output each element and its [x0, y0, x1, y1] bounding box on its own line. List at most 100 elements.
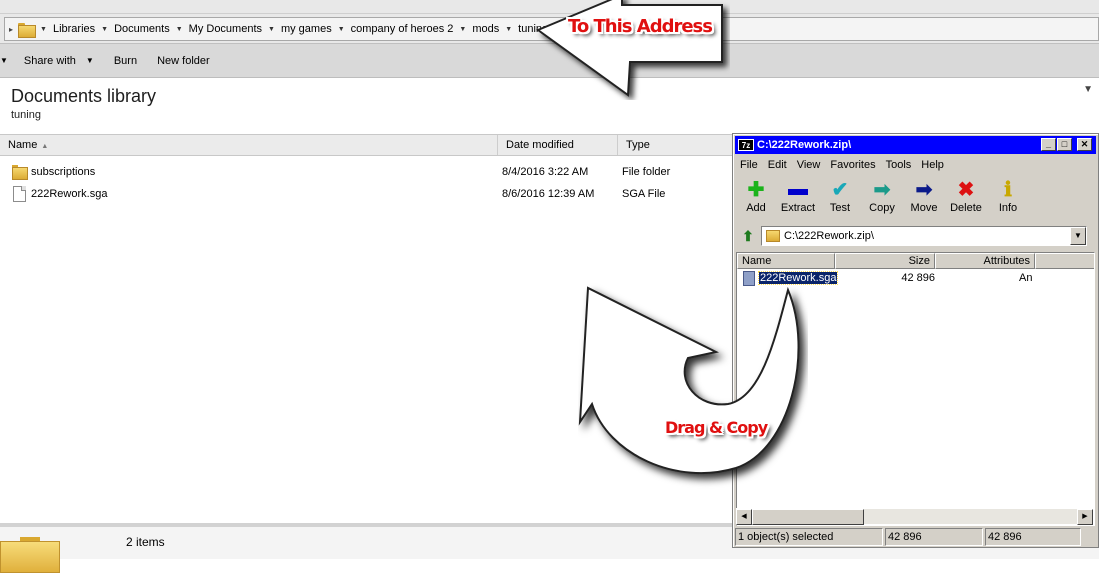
arrange-chevron-icon[interactable]: ▼	[1083, 84, 1093, 95]
resize-grip-icon[interactable]	[1083, 528, 1094, 546]
move-button[interactable]: ➡ Move	[903, 176, 945, 222]
sort-arrow-icon: ▲	[41, 143, 49, 150]
breadcrumb-my-games[interactable]: my games ▼	[281, 23, 345, 35]
folder-icon	[0, 537, 60, 573]
file-row[interactable]: subscriptions 8/4/2016 3:22 AM File fold…	[0, 163, 740, 183]
scroll-left-icon[interactable]: ◀	[736, 509, 752, 525]
column-header-name[interactable]: Name ▲	[0, 135, 498, 155]
scroll-thumb[interactable]	[752, 509, 864, 525]
sevenzip-address-value: C:\222Rework.zip\	[784, 230, 874, 242]
file-date: 8/6/2016 12:39 AM	[502, 188, 595, 200]
horizontal-scrollbar[interactable]: ◀ ▶	[736, 508, 1093, 525]
close-icon[interactable]: ✕	[1077, 138, 1092, 151]
file-type: File folder	[622, 166, 671, 178]
file-icon	[13, 186, 26, 202]
chevron-down-icon: ▼	[0, 56, 8, 65]
sz-column-name[interactable]: Name	[737, 253, 835, 269]
check-icon: ✔	[831, 178, 849, 201]
column-header-date[interactable]: Date modified	[498, 135, 618, 155]
share-with-button[interactable]: Share with ▼	[24, 55, 94, 67]
menu-edit[interactable]: Edit	[768, 159, 787, 171]
tool-label: Info	[998, 202, 1018, 214]
file-row[interactable]: 222Rework.sga 8/6/2016 12:39 AM SGA File	[0, 185, 740, 205]
sevenzip-toolbar: ✚ Add ▬ Extract ✔ Test ➡ Copy ➡ Move ✖ Delete …	[735, 176, 1096, 222]
chevron-down-icon: ▼	[85, 56, 94, 65]
menu-help[interactable]: Help	[921, 159, 944, 171]
breadcrumb-my-documents[interactable]: My Documents ▼	[189, 23, 275, 35]
breadcrumb-label: Documents	[114, 23, 170, 35]
breadcrumb-mods[interactable]: mods ▼	[472, 23, 512, 35]
minimize-icon[interactable]: _	[1041, 138, 1056, 151]
breadcrumb-libraries[interactable]: Libraries ▼	[53, 23, 108, 35]
add-button[interactable]: ✚ Add	[735, 176, 777, 222]
file-date: 8/4/2016 3:22 AM	[502, 166, 589, 178]
plus-icon: ✚	[747, 178, 765, 201]
menu-file[interactable]: File	[740, 159, 758, 171]
status-packed-size: 42 896	[985, 528, 1081, 546]
folder-icon	[766, 230, 780, 242]
sevenzip-status-bar: 1 object(s) selected 42 896 42 896	[735, 528, 1096, 546]
drag-arrow-annotation	[578, 286, 800, 474]
drag-annotation-text: Drag & Copy	[665, 418, 768, 437]
sz-column-encrypted[interactable]: En	[1035, 253, 1094, 269]
toolbar-overflow-arrow[interactable]: ▼	[0, 56, 8, 65]
breadcrumb-separator[interactable]: ▼	[40, 26, 47, 33]
burn-button[interactable]: Burn	[114, 55, 137, 67]
copy-button[interactable]: ➡ Copy	[861, 176, 903, 222]
folder-icon	[12, 165, 28, 180]
sevenzip-address-combo[interactable]: C:\222Rework.zip\ ▼	[761, 226, 1087, 246]
minus-icon: ▬	[788, 177, 808, 200]
breadcrumb-company-of-heroes-2[interactable]: company of heroes 2 ▼	[351, 23, 467, 35]
delete-x-icon: ✖	[957, 178, 975, 201]
sevenzip-titlebar[interactable]: 7z C:\222Rework.zip\ _ □ ✕	[735, 136, 1096, 154]
sz-column-attributes[interactable]: Attributes	[935, 253, 1035, 269]
chevron-down-icon[interactable]: ▼	[1070, 227, 1086, 245]
status-selected: 1 object(s) selected	[735, 528, 883, 546]
tool-label: Test	[829, 202, 851, 214]
menu-favorites[interactable]: Favorites	[830, 159, 875, 171]
scroll-right-icon[interactable]: ▶	[1077, 509, 1093, 525]
sz-file-size: 42 896	[901, 272, 935, 284]
tool-label: Delete	[950, 202, 982, 214]
chevron-down-icon[interactable]: ▼	[459, 26, 466, 33]
tool-label: Move	[910, 202, 938, 214]
up-folder-icon[interactable]: ⬆	[735, 228, 761, 245]
breadcrumb-label: Libraries	[52, 23, 96, 35]
test-button[interactable]: ✔ Test	[819, 176, 861, 222]
arrow-shape	[535, 0, 723, 97]
menu-tools[interactable]: Tools	[886, 159, 912, 171]
tool-label: Add	[746, 202, 766, 214]
sz-column-size[interactable]: Size	[835, 253, 935, 269]
chevron-down-icon[interactable]: ▼	[505, 26, 512, 33]
move-arrow-icon: ➡	[915, 178, 933, 201]
sevenzip-logo-icon: 7z	[738, 139, 754, 151]
status-size: 42 896	[885, 528, 983, 546]
column-header-type[interactable]: Type	[618, 135, 738, 155]
item-count: 2 items	[126, 535, 165, 549]
chevron-down-icon[interactable]: ▼	[338, 26, 345, 33]
chevron-down-icon[interactable]: ▼	[176, 26, 183, 33]
page-title: Documents library	[11, 86, 157, 106]
column-label: Name	[8, 139, 38, 151]
chevron-down-icon[interactable]: ▼	[268, 26, 275, 33]
new-folder-button[interactable]: New folder	[157, 55, 210, 67]
maximize-icon[interactable]: □	[1057, 138, 1072, 151]
library-subtitle: tuning	[11, 109, 41, 121]
info-button[interactable]: ℹ Info	[987, 176, 1029, 222]
breadcrumb-label: mods	[472, 23, 500, 35]
breadcrumb-label: my games	[280, 23, 332, 35]
breadcrumb-label: company of heroes 2	[350, 23, 454, 35]
nav-back-chevron-icon[interactable]: ▸	[9, 25, 13, 34]
address-annotation-text: To This Address	[568, 16, 713, 37]
folder-icon	[18, 22, 37, 38]
breadcrumb-documents[interactable]: Documents ▼	[114, 23, 183, 35]
extract-button[interactable]: ▬ Extract	[777, 176, 819, 222]
menu-view[interactable]: View	[797, 159, 821, 171]
chevron-down-icon[interactable]: ▼	[101, 26, 108, 33]
sevenzip-title: C:\222Rework.zip\	[757, 139, 852, 151]
delete-button[interactable]: ✖ Delete	[945, 176, 987, 222]
sevenzip-menubar: File Edit View Favorites Tools Help	[735, 156, 1096, 174]
tool-label: Copy	[869, 202, 895, 214]
tool-label: Extract	[780, 202, 816, 214]
file-type: SGA File	[622, 188, 666, 200]
